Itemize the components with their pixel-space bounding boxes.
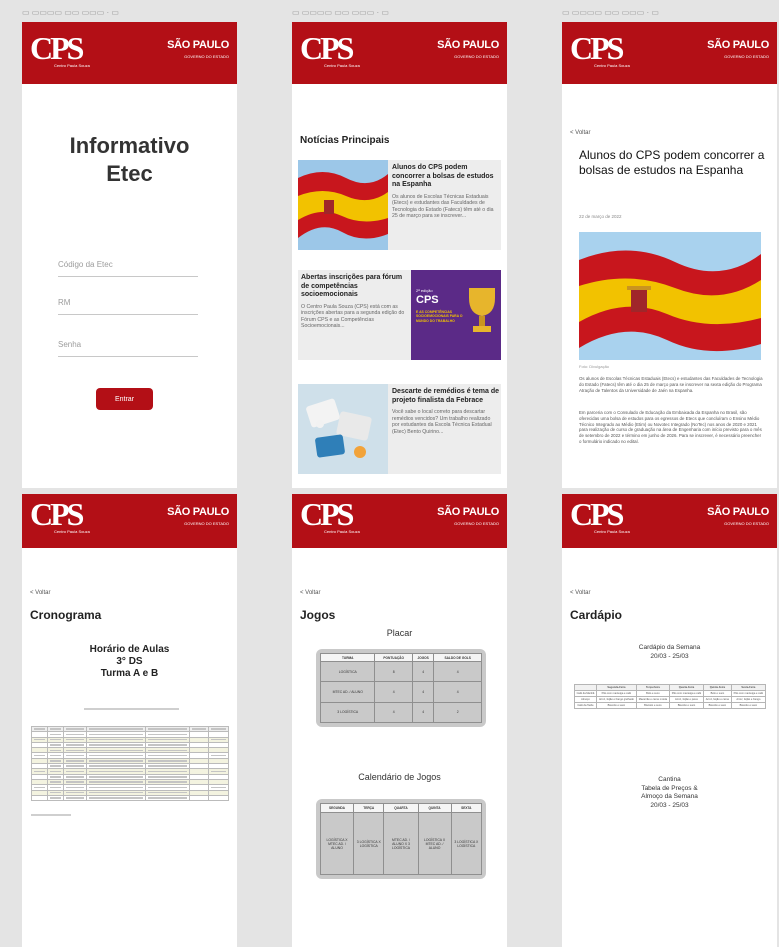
schedule-table xyxy=(31,725,229,802)
news-card[interactable]: Descarte de remédios é tema de projeto f… xyxy=(298,384,501,474)
sao-paulo-logo: SÃO PAULO xyxy=(437,506,499,518)
sao-paulo-subtitle: GOVERNO DO ESTADO xyxy=(454,54,499,59)
menu-heading: Cardápio xyxy=(570,608,623,622)
article-date: 22 de março de 2022 xyxy=(579,214,622,219)
app-header: CPS Centro Paula Souza SÃO PAULO GOVERNO … xyxy=(22,22,237,84)
score-table: TURMA PONTUAÇÃO JOGOS SALDO DE GOLS LOGÍ… xyxy=(316,649,486,727)
article-title: Alunos do CPS podem concorrer a bolsas d… xyxy=(579,148,765,177)
score-title: Placar xyxy=(386,628,413,638)
cps-logo: CPS Centro Paula Souza xyxy=(30,30,90,68)
news-title: Descarte de remédios é tema de projeto f… xyxy=(392,388,499,404)
artboard-label: ▭ ▭▭▭▭ ▭▭ ▭▭▭ · ▭ xyxy=(22,8,119,17)
spain-flag-image xyxy=(579,232,761,360)
cps-logo: CPS Centro Paula Souza xyxy=(300,30,360,68)
screen-games: CPS Centro Paula Souza SÃO PAULO GOVERNO … xyxy=(292,494,507,947)
games-calendar-table: SEGUNDA TERÇA QUARTA QUINTA SEXTA LOGÍST… xyxy=(316,799,486,879)
calendar-row: LOGÍSTICA X MTEC AD. / ALUNO 3 LOGÍSTICA… xyxy=(319,812,483,875)
sao-paulo-subtitle: GOVERNO DO ESTADO xyxy=(184,521,229,526)
news-heading: Notícias Principais xyxy=(300,135,390,146)
cps-logo: CPS Centro Paula Souza xyxy=(570,496,630,534)
forum-promo-image: 2ª edição CPS E AS COMPETÊNCIAS SOCIOEMO… xyxy=(411,270,501,360)
screen-login: CPS Centro Paula Souza SÃO PAULO GOVERNO … xyxy=(22,22,237,488)
enter-button[interactable]: Entrar xyxy=(96,388,153,410)
back-link[interactable]: < Voltar xyxy=(570,130,591,136)
article-paragraph: Em parceria com o Consulado de Educação … xyxy=(579,410,762,444)
cps-logo: CPS Centro Paula Souza xyxy=(30,496,90,534)
news-summary: O Centro Paula Souza (CPS) está com as i… xyxy=(301,303,405,330)
password-field[interactable]: Senha xyxy=(58,340,198,357)
article-paragraph: Os alunos de Escolas Técnicas Estaduais … xyxy=(579,376,763,393)
news-title: Alunos do CPS podem concorrer a bolsas d… xyxy=(392,164,494,188)
artboard-label: ▭ ▭▭▭▭ ▭▭ ▭▭▭ · ▭ xyxy=(292,8,389,17)
app-header: CPS Centro Paula Souza SÃO PAULO GOVERNO … xyxy=(22,494,237,548)
screen-news: CPS Centro Paula Souza SÃO PAULO GOVERNO … xyxy=(292,22,507,488)
medicine-image xyxy=(298,384,388,474)
app-header: CPS Centro Paula Souza SÃO PAULO GOVERNO … xyxy=(562,494,777,548)
design-canvas: ▭ ▭▭▭▭ ▭▭ ▭▭▭ · ▭ ▭ ▭▭▭▭ ▭▭ ▭▭▭ · ▭ ▭ ▭▭… xyxy=(0,0,779,947)
screen-schedule: CPS Centro Paula Souza SÃO PAULO GOVERNO … xyxy=(22,494,237,947)
menu-table: Segunda-Feira Terça-Feira Quarta-Feira Quin… xyxy=(574,684,767,709)
menu-row: Café da Tarde Biscoito e suco Biscoito e … xyxy=(574,702,767,709)
sao-paulo-subtitle: GOVERNO DO ESTADO xyxy=(454,521,499,526)
etec-code-field[interactable]: Código da Etec xyxy=(58,260,198,277)
news-card[interactable]: Abertas inscrições para fórum de competê… xyxy=(298,270,501,360)
sao-paulo-logo: SÃO PAULO xyxy=(167,39,229,51)
calendar-title: Calendário de Jogos xyxy=(358,772,441,782)
back-link[interactable]: < Voltar xyxy=(300,590,321,596)
schedule-title: Horário de Aulas 3° DS Turma A e B xyxy=(89,644,170,679)
week-menu-title: Cardápio da Semana 20/03 - 25/03 xyxy=(638,644,701,660)
app-header: CPS Centro Paula Souza SÃO PAULO GOVERNO … xyxy=(292,494,507,548)
rm-field[interactable]: RM xyxy=(58,298,198,315)
games-heading: Jogos xyxy=(300,608,336,622)
canteen-title: Cantina Tabela de Preços & Almoço da Sem… xyxy=(641,776,698,809)
schedule-note xyxy=(84,708,179,710)
sao-paulo-logo: SÃO PAULO xyxy=(707,39,769,51)
news-summary: Os alunos de Escolas Técnicas Estaduais … xyxy=(392,193,494,220)
schedule-heading: Cronograma xyxy=(30,608,102,622)
login-title: Informativo Etec xyxy=(69,133,190,186)
news-title: Abertas inscrições para fórum de competê… xyxy=(301,274,403,298)
cps-logo: CPS Centro Paula Souza xyxy=(570,30,630,68)
schedule-footnote xyxy=(31,814,71,816)
sao-paulo-subtitle: GOVERNO DO ESTADO xyxy=(724,521,769,526)
app-header: CPS Centro Paula Souza SÃO PAULO GOVERNO … xyxy=(562,22,777,84)
sao-paulo-logo: SÃO PAULO xyxy=(437,39,499,51)
news-card[interactable]: Alunos do CPS podem concorrer a bolsas d… xyxy=(298,160,501,250)
screen-article: CPS Centro Paula Souza SÃO PAULO GOVERNO … xyxy=(562,22,777,488)
sao-paulo-logo: SÃO PAULO xyxy=(707,506,769,518)
score-row: LOGÍSTICA 8 4 4 xyxy=(319,660,482,683)
score-row: 3 LOGÍSTICA 4 4 2 xyxy=(319,701,482,724)
spain-flag-image xyxy=(298,160,388,250)
cps-logo: CPS Centro Paula Souza xyxy=(300,496,360,534)
screen-menu: CPS Centro Paula Souza SÃO PAULO GOVERNO … xyxy=(562,494,777,947)
sao-paulo-subtitle: GOVERNO DO ESTADO xyxy=(724,54,769,59)
artboard-label: ▭ ▭▭▭▭ ▭▭ ▭▭▭ · ▭ xyxy=(562,8,659,17)
back-link[interactable]: < Voltar xyxy=(570,590,591,596)
app-header: CPS Centro Paula Souza SÃO PAULO GOVERNO … xyxy=(292,22,507,84)
sao-paulo-subtitle: GOVERNO DO ESTADO xyxy=(184,54,229,59)
score-row: MTEC AD. / ALUNO 4 4 4 xyxy=(319,681,482,703)
news-summary: Você sabe o local correto para descartar… xyxy=(392,409,492,435)
back-link[interactable]: < Voltar xyxy=(30,590,51,596)
sao-paulo-logo: SÃO PAULO xyxy=(167,506,229,518)
image-caption: Foto: Divulgação xyxy=(579,364,610,369)
